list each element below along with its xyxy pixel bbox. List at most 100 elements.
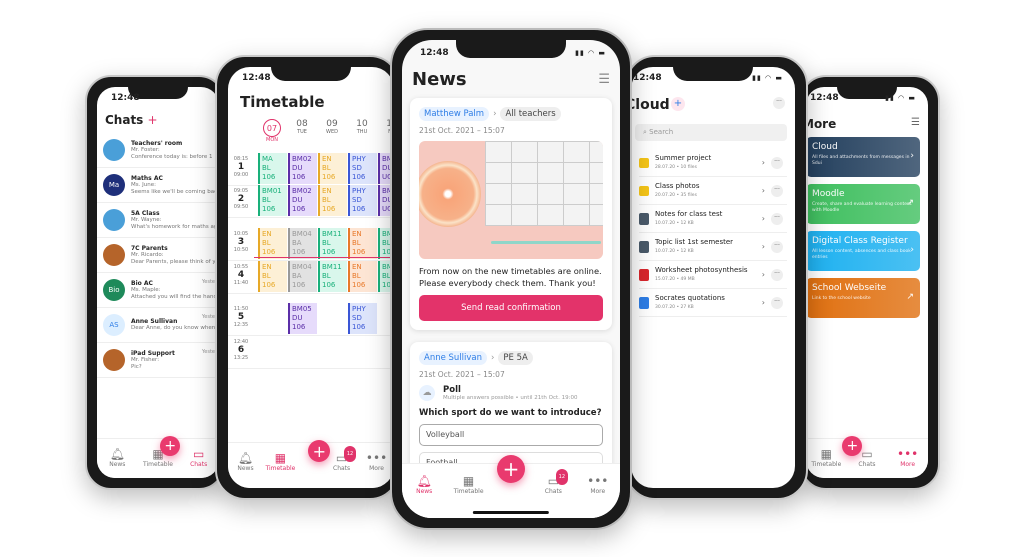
tab-news[interactable]: 🔔︎ News <box>404 474 444 495</box>
chat-item[interactable]: 5A Class Mr. Wayne: What's homework for ma… <box>97 203 219 238</box>
chevron-right-icon[interactable]: › <box>762 270 765 279</box>
file-row[interactable]: Socrates quotations 30.07.20 • 27 KB › ··· <box>639 289 787 317</box>
file-row[interactable]: Class photos 20.07.20 • 35 files › ··· <box>639 177 787 205</box>
chevron-right-icon[interactable]: › <box>762 186 765 195</box>
day-number: 09 <box>326 119 338 129</box>
menu-icon[interactable]: ☰ <box>911 117 920 128</box>
add-chat-button[interactable]: + <box>148 113 158 127</box>
chevron-right-icon: › <box>910 245 914 255</box>
subject: BM04 <box>292 230 312 238</box>
teacher: BL <box>322 164 331 172</box>
lesson-cell[interactable]: BM02 DU 106 <box>288 153 317 184</box>
tab-more[interactable]: ••• More <box>359 451 394 472</box>
author-tag[interactable]: Anne Sullivan <box>419 351 488 365</box>
tab-chats[interactable]: ▭ 12 Chats <box>533 469 573 495</box>
lesson-cell[interactable]: BM04 BA 106 <box>288 228 317 259</box>
add-button[interactable]: + <box>160 436 181 456</box>
more-card[interactable]: School Webseite Link to the school websit… <box>806 278 920 318</box>
card-title: Cloud <box>812 142 838 152</box>
day-header[interactable]: 10 THU <box>348 119 376 135</box>
lesson-cell[interactable]: BM04 BA 106 <box>288 261 317 292</box>
calendar-image <box>485 141 603 226</box>
status-time: 12:48 <box>420 48 449 58</box>
chat-item[interactable]: Teachers' room Mr. Foster: Conference toda… <box>97 133 219 168</box>
options-button[interactable]: ··· <box>771 240 783 253</box>
add-button[interactable]: + <box>842 436 863 456</box>
lesson-cell[interactable]: PHY SD 106 <box>348 153 377 184</box>
day-header[interactable]: 07 MON <box>258 119 286 143</box>
add-button[interactable]: + <box>308 440 331 462</box>
audience-tag[interactable]: PE 5A <box>498 351 533 365</box>
file-row[interactable]: Topic list 1st semester 10.07.20 • 12 KB ›… <box>639 233 787 261</box>
lesson-cell[interactable]: BM11 BL 106 <box>318 261 347 292</box>
poll-option[interactable]: Volleyball <box>419 424 603 446</box>
options-button[interactable]: ··· <box>771 296 783 309</box>
options-button[interactable]: ··· <box>773 97 785 109</box>
more-card[interactable]: Moodle Create, share and evaluate learnin… <box>806 184 920 224</box>
add-file-button[interactable]: + <box>671 97 685 111</box>
text-icon <box>639 212 649 225</box>
chat-item[interactable]: AS Anne Sullivan Dear Anne, do you know wh… <box>97 308 219 343</box>
tab-news[interactable]: 🔔︎ News <box>228 451 263 472</box>
options-button[interactable]: ··· <box>771 184 783 197</box>
lesson-cell[interactable]: BM02 DU 106 <box>288 185 317 216</box>
tab-timetable[interactable]: ▦ Timetable <box>263 451 298 472</box>
send-read-confirmation-button[interactable]: Send read confirmation <box>419 295 603 321</box>
period-end: 12:35 <box>233 322 249 328</box>
lesson-cell[interactable]: EN BL 106 <box>258 261 287 292</box>
period-end: 13:25 <box>233 355 249 361</box>
day-header[interactable]: 09 WED <box>318 119 346 135</box>
tab-more[interactable]: ••• More <box>888 447 928 468</box>
file-row[interactable]: Summer project 28.07.20 • 10 files › ··· <box>639 149 787 177</box>
audience-tag[interactable]: All teachers <box>500 107 561 121</box>
teacher: SD <box>352 196 362 204</box>
lesson-cell[interactable]: MA BL 106 <box>258 153 287 184</box>
room: 106 <box>322 281 336 289</box>
chevron-right-icon[interactable]: › <box>762 298 765 307</box>
tab-more[interactable]: ••• More <box>578 474 618 495</box>
lesson-cell[interactable]: EN BL 106 <box>258 228 287 259</box>
chat-item[interactable]: 7C Parents Mr. Ricardo: Dear Parents, plea… <box>97 238 219 273</box>
lesson-cell[interactable]: EN BL 106 <box>348 228 377 259</box>
search-placeholder: Search <box>649 128 674 136</box>
chevron-right-icon[interactable]: › <box>762 158 765 167</box>
day-header[interactable]: 08 TUE <box>288 119 316 135</box>
chat-item[interactable]: iPad Support Mr. Fisher: Pic? Yeste <box>97 343 219 378</box>
teacher: BL <box>322 239 331 247</box>
more-card[interactable]: Cloud All files and attachments from mess… <box>806 137 920 177</box>
add-button[interactable]: + <box>497 455 525 483</box>
options-button[interactable]: ··· <box>771 156 783 169</box>
file-row[interactable]: Notes for class test 10.07.20 • 12 KB › ··· <box>639 205 787 233</box>
lesson-cell[interactable]: EN BL 106 <box>318 153 347 184</box>
file-row[interactable]: Worksheet photosynthesis 15.07.20 • 49 MB… <box>639 261 787 289</box>
lesson-cell[interactable]: PHY SD 106 <box>348 303 377 334</box>
lesson-cell[interactable]: BM01 BL 106 <box>258 185 287 216</box>
lesson-cell[interactable]: EN BL 106 <box>318 185 347 216</box>
chat-item[interactable]: Bio Bio AC Ms. Maple: Attached you will fin… <box>97 273 219 308</box>
options-button[interactable]: ··· <box>771 268 783 281</box>
chat-name: 5A Class <box>131 209 160 217</box>
row-divider <box>228 368 394 369</box>
chevron-right-icon[interactable]: › <box>762 242 765 251</box>
tab-timetable[interactable]: ▦ Timetable <box>806 447 846 468</box>
menu-icon[interactable]: ☰ <box>598 72 610 87</box>
phone-timetable: 12:48 Timetable 07MON08TUE09WED10THU11FR… <box>215 55 400 500</box>
period-label: 10:55 4 11:40 <box>228 264 254 286</box>
lesson-cell[interactable]: BM05 DU 106 <box>288 303 317 334</box>
lesson-cell[interactable]: BM11 BL 106 <box>318 228 347 259</box>
tab-news[interactable]: 🔔︎ News <box>97 447 137 468</box>
author-tag[interactable]: Matthew Palm <box>419 107 490 121</box>
tab-label: Chats <box>190 461 208 468</box>
chevron-right-icon[interactable]: › <box>762 214 765 223</box>
tab-chats[interactable]: ▭ Chats <box>179 447 219 468</box>
tab-timetable[interactable]: ▦ Timetable <box>449 474 489 495</box>
more-card[interactable]: Digital Class Register All lesson content… <box>806 231 920 271</box>
lesson-cell[interactable]: EN BL 106 <box>348 261 377 292</box>
search-input[interactable]: ⌕ Search <box>635 124 787 141</box>
chat-item[interactable]: Ma Maths AC Ms. June: Seems like we'll be c… <box>97 168 219 203</box>
chevron-right-icon: › <box>910 151 914 161</box>
teacher: BL <box>322 196 331 204</box>
current-time-line <box>254 257 394 258</box>
lesson-cell[interactable]: PHY SD 106 <box>348 185 377 216</box>
options-button[interactable]: ··· <box>771 212 783 225</box>
